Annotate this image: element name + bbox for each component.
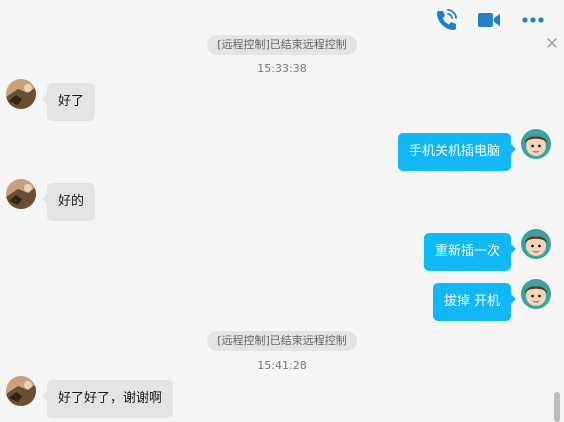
chat-panel: [远程控制]已结束远程控制 15:33:38 好了 手机关机插电脑 好的 重新插… bbox=[0, 0, 564, 422]
message-bubble: 好了好了，谢谢啊 bbox=[41, 380, 174, 418]
phone-call-icon[interactable] bbox=[432, 8, 460, 32]
message-bubble: 手机关机插电脑 bbox=[397, 133, 517, 171]
close-icon[interactable] bbox=[546, 34, 558, 48]
message-bubble: 好的 bbox=[41, 183, 96, 221]
scrollbar-thumb[interactable] bbox=[554, 392, 560, 422]
system-notice: [远程控制]已结束远程控制 bbox=[207, 331, 357, 351]
self-avatar[interactable] bbox=[521, 279, 551, 309]
message-timestamp: 15:33:38 bbox=[257, 62, 307, 75]
chat-toolbar bbox=[0, 0, 564, 38]
self-avatar[interactable] bbox=[521, 229, 551, 259]
self-avatar[interactable] bbox=[521, 129, 551, 159]
message-bubble: 好了 bbox=[41, 83, 96, 121]
contact-avatar[interactable] bbox=[6, 79, 36, 109]
message-bubble: 重新插一次 bbox=[423, 233, 517, 271]
video-call-icon[interactable] bbox=[475, 8, 503, 32]
more-icon[interactable] bbox=[519, 8, 547, 32]
message-timestamp: 15:41:28 bbox=[257, 359, 307, 372]
contact-avatar[interactable] bbox=[6, 376, 36, 406]
contact-avatar[interactable] bbox=[6, 179, 36, 209]
system-notice: [远程控制]已结束远程控制 bbox=[207, 35, 357, 55]
message-bubble: 拔掉 开机 bbox=[432, 283, 517, 321]
